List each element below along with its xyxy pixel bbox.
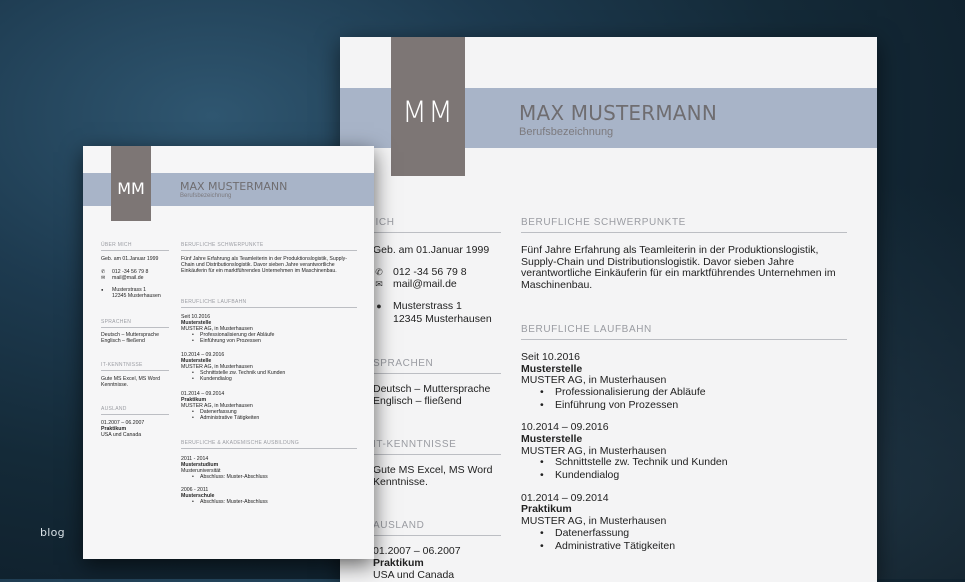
career-company: MUSTER AG, in Musterhausen bbox=[521, 515, 667, 527]
section-heading-about-text: ÜBER MICH bbox=[101, 242, 132, 248]
monogram-block: MM bbox=[391, 37, 465, 176]
section-heading-languages-text: SPRACHEN bbox=[101, 319, 132, 325]
mail-icon: ✉ bbox=[101, 275, 106, 281]
list-item: Schnittstelle zw. Technik und Kunden bbox=[540, 456, 728, 469]
monogram: MM bbox=[401, 95, 455, 129]
location-pin-icon: ● bbox=[376, 301, 382, 311]
career-task-list: Schnittstelle zw. Technik und Kunden Kun… bbox=[183, 370, 285, 383]
section-heading-abroad-text: AUSLAND bbox=[101, 406, 127, 412]
career-company: MUSTER AG, in Musterhausen bbox=[521, 374, 667, 386]
section-heading-it-text: IT-KENNTNISSE bbox=[101, 362, 143, 368]
list-item: Datenerfassung bbox=[540, 527, 675, 540]
section-heading-abroad: AUSLAND bbox=[373, 520, 501, 536]
mail-icon: ✉ bbox=[375, 279, 383, 289]
it-skills-line: Kenntnisse. bbox=[373, 476, 428, 488]
monogram-block: MM bbox=[111, 146, 151, 221]
section-heading-focus: BERUFLICHE SCHWERPUNKTE bbox=[181, 242, 357, 251]
location-pin-icon: ● bbox=[101, 287, 104, 292]
phone-number: 012 -34 56 79 8 bbox=[393, 266, 467, 278]
section-heading-about: ÜBER MICH bbox=[340, 217, 501, 233]
section-heading-education-text: BERUFLICHE & AKADEMISCHE AUSBILDUNG bbox=[181, 440, 300, 446]
list-item: Abschluss: Muster-Abschluss bbox=[192, 474, 268, 480]
focus-line: verantwortliche Einkäuferin für ein mark… bbox=[521, 267, 836, 279]
abroad-place: USA und Canada bbox=[373, 569, 455, 581]
language-item: Englisch – fließend bbox=[101, 338, 145, 344]
section-heading-abroad: AUSLAND bbox=[101, 406, 169, 415]
resume-name: MAX MUSTERMANN bbox=[519, 101, 717, 125]
abroad-role: Praktikum bbox=[373, 557, 424, 569]
section-heading-languages: SPRACHEN bbox=[101, 319, 169, 328]
focus-line: Fünf Jahre Erfahrung als Teamleiterin in… bbox=[521, 244, 819, 256]
monogram: MM bbox=[117, 179, 145, 198]
language-item: Englisch – fließend bbox=[373, 395, 462, 407]
language-item: Deutsch – Muttersprache bbox=[373, 383, 491, 395]
list-item: Kundendialog bbox=[540, 469, 728, 482]
career-date: Seit 10.2016 bbox=[521, 351, 580, 363]
section-heading-languages: SPRACHEN bbox=[373, 358, 501, 374]
email-address: mail@mail.de bbox=[393, 278, 457, 290]
abroad-place: USA und Canada bbox=[101, 432, 142, 438]
career-role: Praktikum bbox=[521, 503, 572, 515]
section-heading-it: IT-KENNTNISSE bbox=[101, 362, 169, 371]
section-heading-focus-text: BERUFLICHE SCHWERPUNKTE bbox=[181, 242, 264, 248]
section-heading-focus: BERUFLICHE SCHWERPUNKTE bbox=[521, 217, 847, 233]
list-item: Abschluss: Muster-Abschluss bbox=[192, 499, 268, 505]
street-address: Musterstrass 1 bbox=[393, 300, 462, 312]
resume-name: MAX MUSTERMANN bbox=[180, 180, 288, 193]
career-task-list: Schnittstelle zw. Technik und Kunden Kun… bbox=[523, 456, 728, 481]
email-address: mail@mail.de bbox=[112, 275, 144, 281]
city-address: 12345 Musterhausen bbox=[112, 293, 161, 299]
section-heading-career-text: BERUFLICHE LAUFBAHN bbox=[181, 299, 247, 305]
section-heading-career: BERUFLICHE LAUFBAHN bbox=[521, 324, 847, 340]
it-skills-line: Kenntnisse. bbox=[101, 382, 129, 388]
career-task-list: Professionalisierung der Abläufe Einführ… bbox=[183, 332, 274, 345]
it-skills-line: Gute MS Excel, MS Word bbox=[373, 464, 493, 476]
career-task-list: Datenerfassung Administrative Tätigkeite… bbox=[523, 527, 675, 552]
section-heading-about: ÜBER MICH bbox=[101, 242, 169, 251]
resume-page-small: MM MAX MUSTERMANN Berufsbezeichnung ÜBER… bbox=[83, 146, 374, 559]
section-heading-focus-text: BERUFLICHE SCHWERPUNKTE bbox=[521, 217, 686, 228]
list-item: Professionalisierung der Abläufe bbox=[540, 386, 706, 399]
birth-date: Geb. am 01.Januar 1999 bbox=[373, 244, 490, 256]
education-detail-list: Abschluss: Muster-Abschluss bbox=[183, 499, 268, 505]
list-item: Einführung von Prozessen bbox=[540, 399, 706, 412]
list-item: Kundendialog bbox=[192, 376, 285, 382]
birth-date: Geb. am 01.Januar 1999 bbox=[101, 256, 159, 262]
career-date: 10.2014 – 09.2016 bbox=[521, 421, 609, 433]
list-item: Administrative Tätigkeiten bbox=[540, 540, 675, 553]
section-heading-career: BERUFLICHE LAUFBAHN bbox=[181, 299, 357, 308]
job-title: Berufsbezeichnung bbox=[180, 193, 232, 199]
section-heading-languages-text: SPRACHEN bbox=[373, 358, 434, 369]
city-address: 12345 Musterhausen bbox=[393, 313, 492, 325]
list-item: Einführung von Prozessen bbox=[192, 338, 274, 344]
blog-watermark: blog bbox=[40, 526, 65, 539]
resume-page-large: MM MAX MUSTERMANN Berufsbezeichnung ÜBER… bbox=[340, 37, 877, 582]
list-item: Administrative Tätigkeiten bbox=[192, 415, 259, 421]
phone-icon: ✆ bbox=[375, 267, 383, 277]
section-heading-it: IT-KENNTNISSE bbox=[373, 439, 501, 455]
career-task-list: Datenerfassung Administrative Tätigkeite… bbox=[183, 409, 259, 422]
section-heading-abroad-text: AUSLAND bbox=[373, 520, 425, 531]
job-title: Berufsbezeichnung bbox=[519, 126, 614, 138]
focus-line: Maschinenbau. bbox=[521, 279, 593, 291]
education-detail-list: Abschluss: Muster-Abschluss bbox=[183, 474, 268, 480]
career-role: Musterstelle bbox=[521, 433, 583, 445]
section-heading-career-text: BERUFLICHE LAUFBAHN bbox=[521, 324, 652, 335]
abroad-date: 01.2007 – 06.2007 bbox=[373, 545, 461, 557]
focus-text: Fünf Jahre Erfahrung als Teamleiterin in… bbox=[181, 256, 347, 275]
career-task-list: Professionalisierung der Abläufe Einführ… bbox=[523, 386, 706, 411]
section-heading-education: BERUFLICHE & AKADEMISCHE AUSBILDUNG bbox=[181, 440, 357, 449]
section-heading-it-text: IT-KENNTNISSE bbox=[373, 439, 457, 450]
